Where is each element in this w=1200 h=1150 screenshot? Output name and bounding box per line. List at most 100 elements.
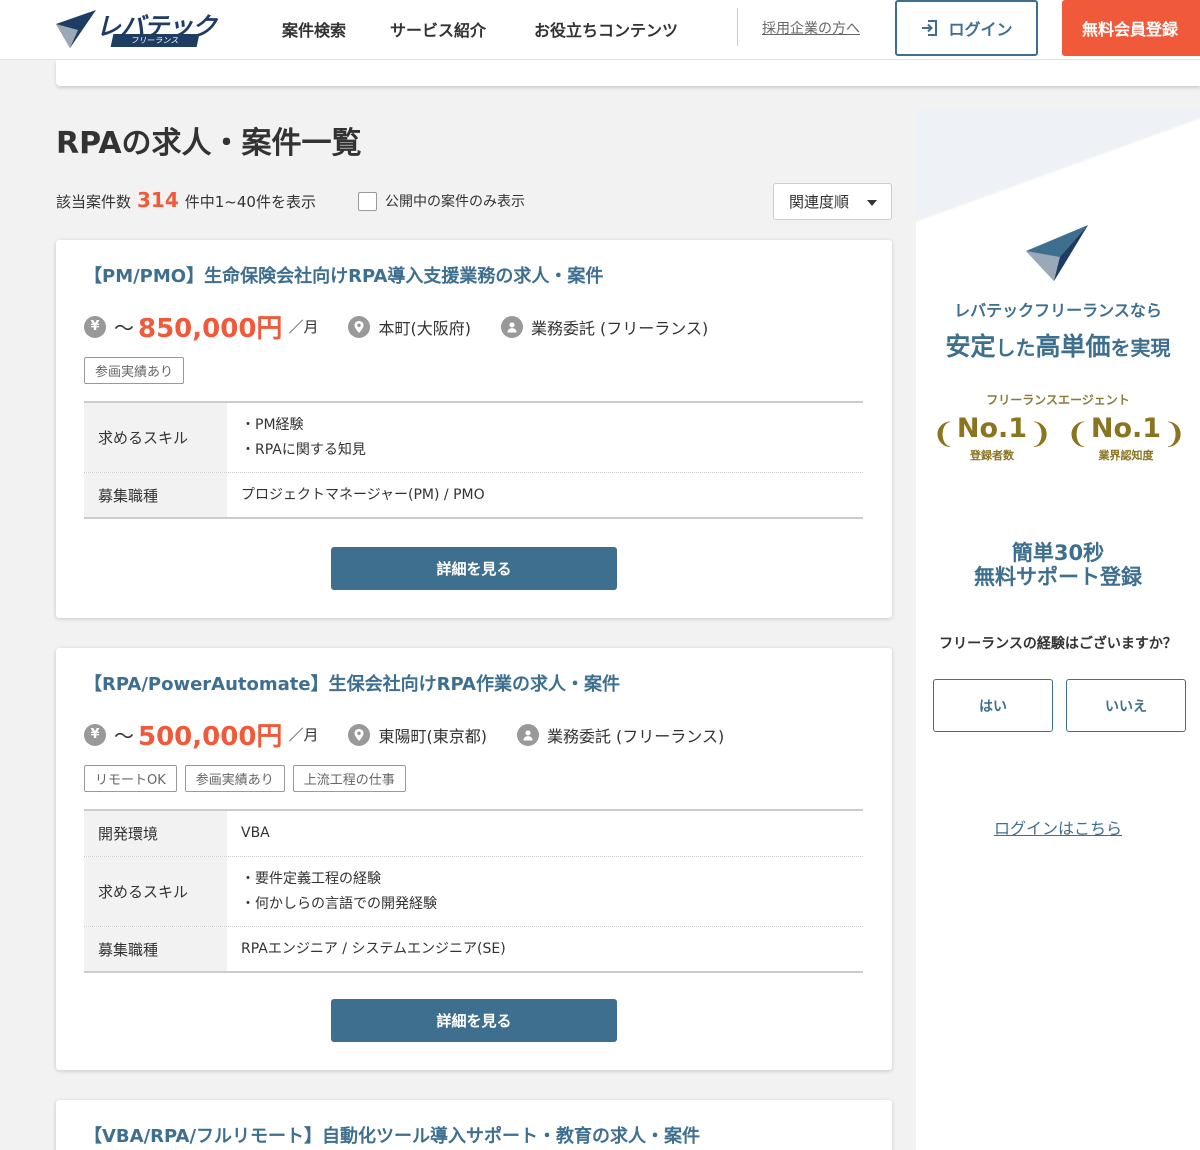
job-role: プロジェクトマネージャー(PM) / PMO	[241, 486, 485, 503]
job-title[interactable]: 【PM/PMO】生命保険会社向けRPA導入支援業務の求人・案件	[84, 262, 603, 288]
table-row: 開発環境 VBA	[84, 811, 863, 857]
job-detail-table: 開発環境 VBA 求めるスキル ・要件定義工程の経験 ・何かしらの言語での開発経…	[84, 809, 863, 973]
job-meta: ¥ ～ 500,000円 ／月 東陽町(東京都) 業務委託 (フリーランス)	[84, 716, 754, 753]
nav-useful-contents[interactable]: お役立ちコンテンツ	[534, 17, 678, 41]
paper-plane-logo-icon	[56, 10, 96, 48]
sidebar-register-panel: レバテックフリーランスなら 安定した高単価を実現 フリーランスエージェント ❨ …	[916, 107, 1200, 1150]
catch-word: した	[995, 336, 1036, 360]
sidebar-catch-line2: 安定した高単価を実現	[916, 327, 1200, 363]
experience-yes-button[interactable]: はい	[933, 679, 1053, 732]
row-value: RPAエンジニア / システムエンジニア(SE)	[227, 927, 863, 971]
logo-subtitle: フリーランス	[110, 34, 200, 47]
employer-link[interactable]: 採用企業の方へ	[762, 18, 860, 38]
register-heading-line1: 簡単30秒	[1011, 541, 1105, 565]
skill-item: ・何かしらの言語での開発経験	[241, 895, 437, 912]
job-tag: 参画実績あり	[184, 765, 285, 792]
login-icon	[922, 20, 938, 36]
person-icon	[516, 723, 539, 746]
dev-env: VBA	[241, 825, 270, 841]
page-title: RPAの求人・案件一覧	[56, 126, 362, 161]
nav-service-intro[interactable]: サービス紹介	[390, 17, 486, 41]
login-label: ログイン	[948, 20, 1013, 39]
job-contract: 業務委託 (フリーランス)	[546, 726, 725, 746]
paper-plane-logo-icon	[1026, 225, 1088, 281]
experience-no-button[interactable]: いいえ	[1066, 679, 1186, 732]
nav-divider	[737, 8, 738, 46]
public-only-filter[interactable]: 公開中の案件のみ表示	[358, 191, 525, 211]
job-card: 【PM/PMO】生命保険会社向けRPA導入支援業務の求人・案件 ¥ ～ 850,…	[56, 240, 892, 618]
row-value: ・PM経験 ・RPAに関する知見	[227, 403, 863, 472]
job-title[interactable]: 【RPA/PowerAutomate】生保会社向けRPA作業の求人・案件	[84, 670, 620, 696]
person-icon	[500, 315, 523, 338]
site-logo[interactable]: レバテック フリーランス	[56, 8, 217, 48]
public-only-label: 公開中の案件のみ表示	[385, 194, 525, 210]
result-prefix: 該当案件数	[56, 193, 132, 211]
row-value: プロジェクトマネージャー(PM) / PMO	[227, 473, 863, 517]
job-detail-table: 求めるスキル ・PM経験 ・RPAに関する知見 募集職種 プロジェクトマネージャ…	[84, 401, 863, 519]
job-location: 東陽町(東京都)	[378, 726, 487, 746]
experience-question: フリーランスの経験はございますか？	[939, 636, 1177, 652]
price-unit: ／月	[288, 726, 319, 744]
login-button[interactable]: ログイン	[895, 0, 1038, 56]
register-label: 無料会員登録	[1082, 20, 1179, 39]
job-tag: 上流工程の仕事	[292, 765, 406, 792]
row-label: 開発環境	[84, 811, 227, 856]
table-row: 募集職種 RPAエンジニア / システムエンジニア(SE)	[84, 927, 863, 971]
job-tag: リモートOK	[84, 765, 177, 792]
sidebar-register-heading: 簡単30秒 無料サポート登録	[916, 541, 1200, 589]
result-info: 該当案件数 314 件中1~40件を表示	[56, 188, 316, 212]
sidebar-login-link[interactable]: ログインはこちら	[916, 815, 1200, 839]
agent-label: フリーランスエージェント	[986, 393, 1130, 407]
row-label: 募集職種	[84, 927, 227, 971]
price-tilde: ～	[114, 316, 134, 340]
nav-job-search[interactable]: 案件検索	[282, 17, 346, 41]
award-badge-registrations: ❨ No.1 登録者数 ❩	[932, 413, 1052, 462]
yen-icon: ¥	[84, 315, 106, 338]
row-value: VBA	[227, 811, 863, 856]
job-location: 本町(大阪府)	[378, 318, 471, 338]
job-price: 500,000円	[138, 722, 283, 752]
job-tag: 参画実績あり	[84, 357, 185, 384]
search-panel-edge	[56, 60, 1200, 86]
job-card: 【RPA/PowerAutomate】生保会社向けRPA作業の求人・案件 ¥ ～…	[56, 648, 892, 1070]
sidebar-catch-line1: レバテックフリーランスなら	[954, 301, 1162, 320]
yen-icon: ¥	[84, 723, 106, 746]
laurel-right-icon: ❩	[1028, 417, 1052, 450]
table-row: 求めるスキル ・要件定義工程の経験 ・何かしらの言語での開発経験	[84, 857, 863, 927]
row-label: 求めるスキル	[84, 403, 227, 472]
view-detail-button[interactable]: 詳細を見る	[331, 547, 617, 590]
location-pin-icon	[348, 315, 371, 338]
table-row: 募集職種 プロジェクトマネージャー(PM) / PMO	[84, 473, 863, 517]
row-label: 募集職種	[84, 473, 227, 517]
view-detail-button[interactable]: 詳細を見る	[331, 999, 617, 1042]
row-label: 求めるスキル	[84, 857, 227, 926]
job-card: 【VBA/RPA/フルリモート】自動化ツール導入サポート・教育の求人・案件	[56, 1100, 892, 1150]
row-value: ・要件定義工程の経験 ・何かしらの言語での開発経験	[227, 857, 863, 926]
sort-label: 関連度順	[789, 193, 850, 211]
price-unit: ／月	[288, 318, 319, 336]
location-pin-icon	[348, 723, 371, 746]
register-button[interactable]: 無料会員登録	[1062, 0, 1200, 56]
job-contract: 業務委託 (フリーランス)	[530, 318, 709, 338]
award-badge-recognition: ❨ No.1 業界認知度 ❩	[1066, 413, 1186, 462]
laurel-right-icon: ❩	[1162, 417, 1186, 450]
price-tilde: ～	[114, 724, 134, 748]
table-row: 求めるスキル ・PM経験 ・RPAに関する知見	[84, 403, 863, 473]
job-price: 850,000円	[138, 314, 283, 344]
job-meta: ¥ ～ 850,000円 ／月 本町(大阪府) 業務委託 (フリーランス)	[84, 308, 738, 345]
site-header: レバテック フリーランス 案件検索 サービス紹介 お役立ちコンテンツ 採用企業の…	[0, 0, 1200, 60]
result-suffix: 件中1~40件を表示	[184, 193, 316, 211]
job-title[interactable]: 【VBA/RPA/フルリモート】自動化ツール導入サポート・教育の求人・案件	[84, 1122, 700, 1148]
public-only-checkbox[interactable]	[358, 191, 377, 211]
catch-word: を実現	[1110, 336, 1171, 360]
job-role: RPAエンジニア / システムエンジニア(SE)	[241, 940, 506, 957]
register-heading-line2: 無料サポート登録	[974, 565, 1142, 589]
catch-word: 安定	[945, 332, 996, 361]
job-tags: リモートOK 参画実績あり 上流工程の仕事	[84, 765, 406, 792]
sort-select[interactable]: 関連度順	[773, 183, 892, 220]
job-tags: 参画実績あり	[84, 357, 185, 384]
skill-item: ・PM経験	[241, 416, 304, 433]
skill-item: ・要件定義工程の経験	[241, 870, 381, 887]
chevron-down-icon	[867, 200, 877, 206]
skill-item: ・RPAに関する知見	[241, 441, 366, 458]
